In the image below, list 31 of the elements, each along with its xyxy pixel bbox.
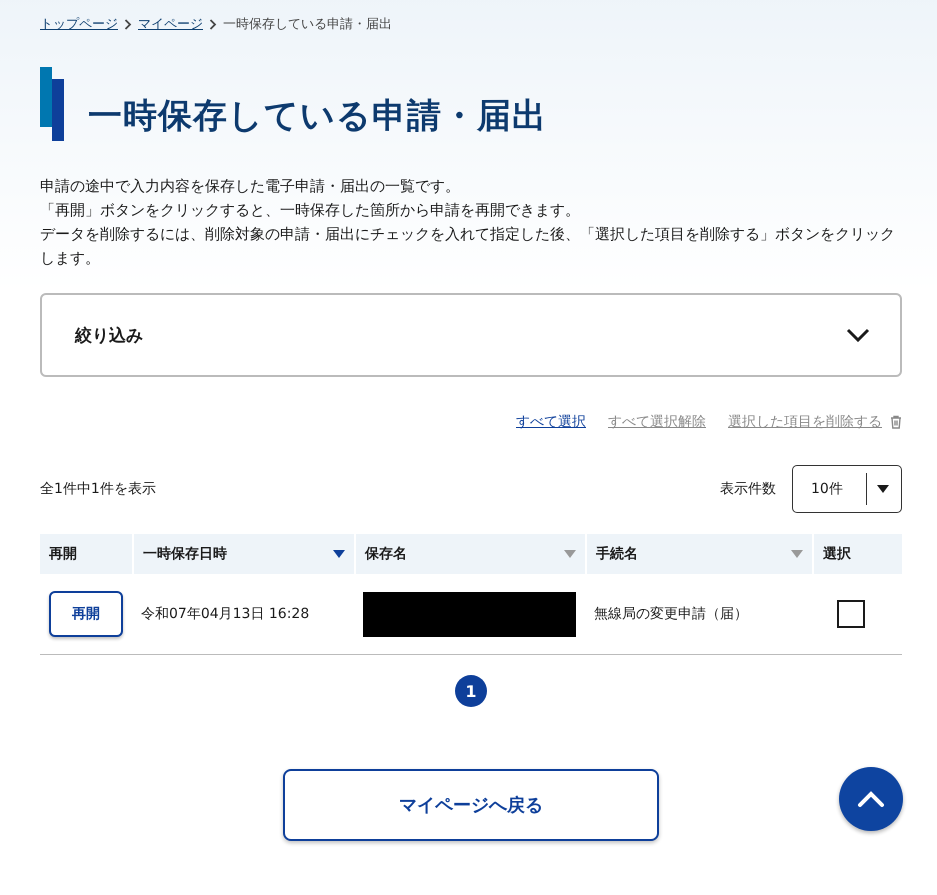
page-size-select[interactable]: 10件 <box>792 465 902 513</box>
table-cell: 無線局の変更申請（届） <box>594 606 748 622</box>
table-cell: 令和07年04月13日 16:28 <box>141 606 310 622</box>
chevron-right-icon <box>209 18 217 30</box>
column-header[interactable]: 手続名 <box>585 534 812 574</box>
dropdown-caret-icon <box>877 485 889 493</box>
breadcrumb-link[interactable]: マイページ <box>138 15 203 33</box>
checkbox[interactable] <box>837 600 865 628</box>
breadcrumb-current: 一時保存している申請・届出 <box>223 16 392 33</box>
page-title: 一時保存している申請・届出 <box>88 95 547 138</box>
back-button[interactable]: マイページへ戻る <box>283 769 659 841</box>
scroll-top-button[interactable] <box>839 767 903 831</box>
result-count: 全1件中1件を表示 <box>40 480 156 498</box>
column-header: 選択 <box>812 534 902 574</box>
select-link[interactable]: すべて選択 <box>516 413 586 431</box>
chevron-icon <box>846 327 870 343</box>
chevron-right-icon <box>124 18 132 30</box>
heading-bar-icon <box>40 67 64 141</box>
filter-accordion[interactable]: 絞り込み <box>40 293 902 377</box>
resume-button[interactable]: 再開 <box>49 591 123 637</box>
description-text: 「再開」ボタンをクリックすると、一時保存した箇所から申請を再開できます。 <box>40 201 581 221</box>
page-size-label: 表示件数 <box>720 480 776 498</box>
chevron-up-icon <box>857 790 885 808</box>
breadcrumb-link[interactable]: トップページ <box>40 15 118 33</box>
column-header[interactable]: 一時保存日時 <box>132 534 354 574</box>
column-header[interactable]: 保存名 <box>354 534 585 574</box>
trash-icon <box>890 415 902 429</box>
column-header: 再開 <box>40 534 132 574</box>
description-text: データを削除するには、削除対象の申請・届出にチェックを入れて指定した後、「選択した項目を削除する」ボタンをクリックします。 <box>40 225 896 269</box>
description-text: 申請の途中で入力内容を保存した電子申請・届出の一覧です。 <box>40 177 461 197</box>
page-number[interactable]: 1 <box>455 675 487 707</box>
